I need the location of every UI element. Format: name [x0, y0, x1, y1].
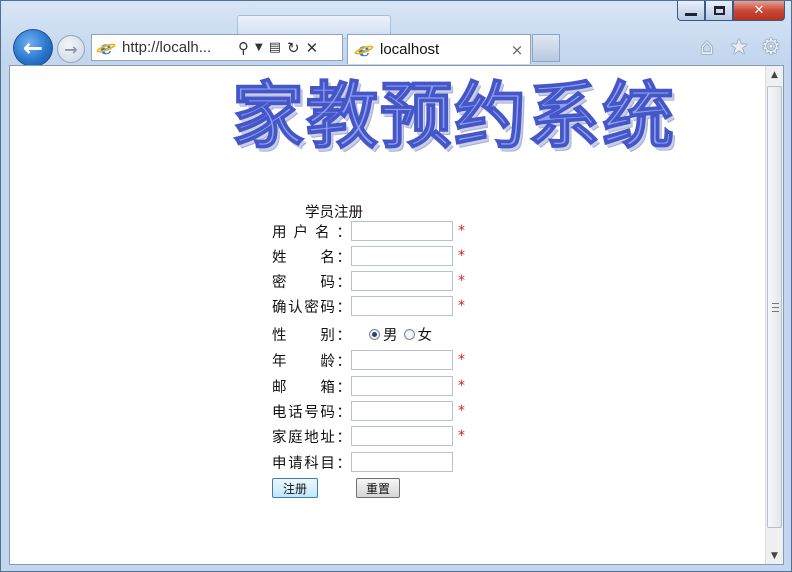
minimize-icon: [685, 13, 697, 16]
field-label: 性 别：: [272, 327, 351, 344]
field-label: 密 码：: [272, 274, 351, 291]
scrollbar-grip-icon: [772, 303, 779, 312]
email-input[interactable]: [351, 376, 453, 396]
required-mark: *: [458, 428, 465, 444]
form-caption: 学员注册: [305, 205, 363, 221]
dropdown-icon[interactable]: ▼: [255, 42, 263, 53]
scrollbar-thumb[interactable]: [767, 86, 782, 528]
favorites-icon[interactable]: ★: [727, 35, 751, 60]
field-label: 电话号码：: [272, 404, 351, 421]
gender-male-label[interactable]: 男: [383, 324, 398, 345]
required-mark: *: [458, 403, 465, 419]
gender-female-label[interactable]: 女: [418, 324, 433, 345]
ie-page-icon: e: [96, 37, 116, 59]
reset-button[interactable]: 重置: [356, 478, 400, 498]
scroll-down-arrow-icon[interactable]: ▼: [766, 547, 783, 564]
field-label: 家庭地址：: [272, 429, 351, 446]
field-row-gender: 性 别： 男 女: [272, 323, 438, 345]
tab-title: localhost: [380, 41, 440, 58]
address-url[interactable]: http://localh...: [122, 39, 232, 56]
window-caption-buttons: ✕: [677, 1, 785, 21]
name-input[interactable]: [351, 246, 453, 266]
field-row-confirm-password: 确认密码： *: [272, 295, 465, 317]
required-mark: *: [458, 248, 465, 264]
tab-ie-icon: e: [354, 39, 374, 61]
tab-close-icon[interactable]: ×: [508, 41, 526, 59]
username-input[interactable]: [351, 221, 453, 241]
field-row-phone: 电话号码： *: [272, 400, 465, 422]
field-row-address: 家庭地址： *: [272, 425, 465, 447]
form-buttons-row: 注册 重置: [272, 477, 400, 499]
vertical-scrollbar[interactable]: ▲ ▼: [765, 66, 783, 564]
register-button[interactable]: 注册: [272, 478, 318, 498]
back-arrow-icon: ←: [22, 34, 44, 62]
stop-icon[interactable]: ✕: [306, 39, 319, 57]
minimize-button[interactable]: [677, 1, 705, 21]
required-mark: *: [458, 352, 465, 368]
back-button[interactable]: ←: [13, 29, 53, 67]
confirm-password-input[interactable]: [351, 296, 453, 316]
search-icon[interactable]: ⚲: [238, 39, 249, 57]
close-window-button[interactable]: ✕: [733, 1, 785, 21]
field-label: 确认密码：: [272, 299, 351, 316]
maximize-icon: [713, 6, 725, 15]
address-input[interactable]: [351, 426, 453, 446]
field-row-password: 密 码： *: [272, 270, 465, 292]
browser-window: ✕ ← → e http://localh... ⚲ ▼ ▤ ↻ ✕ e loc…: [0, 0, 792, 572]
field-label: 姓 名：: [272, 249, 351, 266]
home-icon[interactable]: ⌂: [695, 35, 719, 60]
toolbar-right: ⌂ ★ ⚙: [695, 35, 783, 60]
gender-radio-group: 男 女: [369, 324, 438, 345]
gender-female-radio[interactable]: [403, 328, 415, 340]
address-bar-icons: ⚲ ▼ ▤ ↻ ✕: [238, 39, 318, 57]
password-input[interactable]: [351, 271, 453, 291]
age-input[interactable]: [351, 350, 453, 370]
banner-title: 家教预约系统: [231, 73, 677, 158]
subject-input[interactable]: [351, 452, 453, 472]
required-mark: *: [458, 378, 465, 394]
tab-localhost[interactable]: e localhost ×: [347, 34, 531, 64]
refresh-icon[interactable]: ↻: [287, 39, 300, 57]
gender-male-radio[interactable]: [369, 328, 380, 340]
maximize-button[interactable]: [705, 1, 733, 21]
field-label: 申请科目：: [272, 455, 351, 472]
field-row-email: 邮 箱： *: [272, 375, 465, 397]
required-mark: *: [458, 273, 465, 289]
field-row-subject: 申请科目：: [272, 451, 453, 473]
forward-button[interactable]: →: [57, 35, 85, 63]
field-row-username: 用户名： *: [272, 220, 465, 242]
tools-icon[interactable]: ⚙: [759, 35, 783, 60]
field-label: 邮 箱：: [272, 379, 351, 396]
compatibility-icon[interactable]: ▤: [269, 40, 281, 55]
field-label: 用户名：: [272, 224, 351, 241]
phone-input[interactable]: [351, 401, 453, 421]
forward-arrow-icon: →: [64, 39, 78, 59]
scroll-up-arrow-icon[interactable]: ▲: [766, 66, 783, 83]
page-viewport: 家教预约系统 学员注册 用户名： * 姓 名： * 密 码： * 确认密码： *…: [9, 65, 784, 565]
field-row-age: 年 龄： *: [272, 349, 465, 371]
address-bar[interactable]: e http://localh... ⚲ ▼ ▤ ↻ ✕: [91, 34, 343, 61]
new-tab-button[interactable]: [532, 34, 560, 62]
field-row-name: 姓 名： *: [272, 245, 465, 267]
close-icon: ✕: [753, 3, 765, 18]
field-label: 年 龄：: [272, 353, 351, 370]
required-mark: *: [458, 223, 465, 239]
required-mark: *: [458, 298, 465, 314]
